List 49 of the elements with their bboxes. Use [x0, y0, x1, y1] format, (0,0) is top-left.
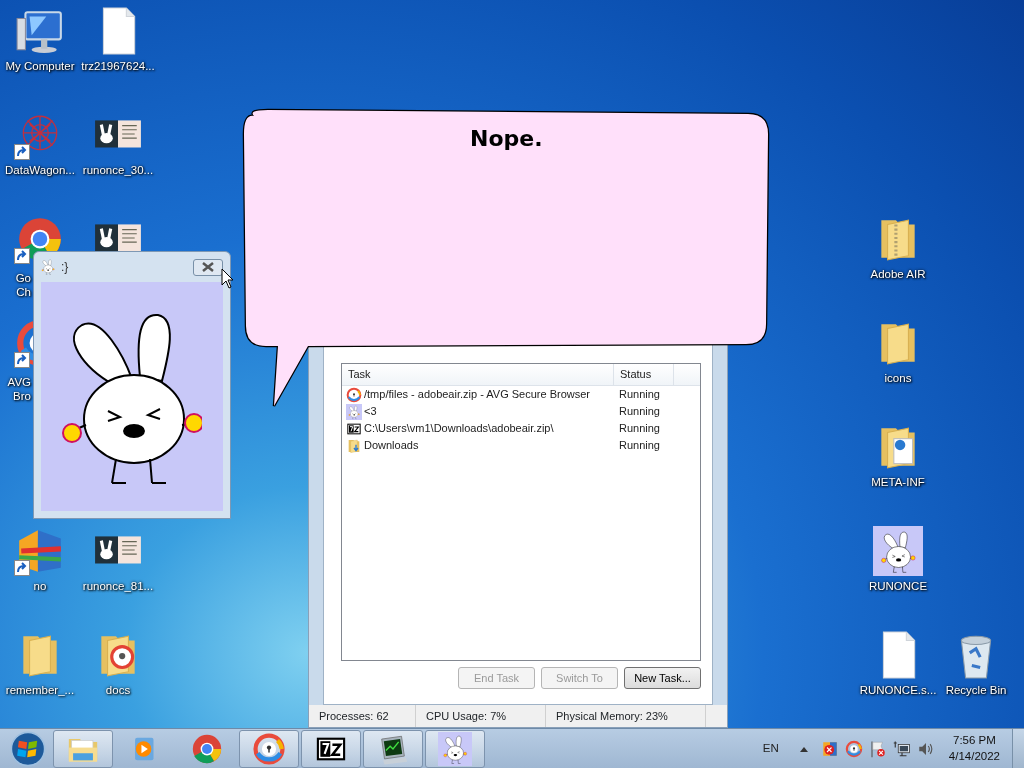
- desktop-icon-label[interactable]: icons: [884, 372, 912, 386]
- task-status: Running: [619, 404, 660, 420]
- task-name[interactable]: <3: [364, 403, 377, 420]
- show-desktop-button[interactable]: [1012, 728, 1024, 768]
- column-header[interactable]: Status: [614, 364, 674, 385]
- desktop-icon-label[interactable]: Recycle Bin: [945, 684, 1007, 698]
- browser-icon: [252, 731, 286, 766]
- desktop-icon-label[interactable]: DataWagon...: [5, 164, 75, 178]
- bunny-icon: [41, 259, 55, 275]
- desktop-icon-label[interactable]: trz21967624...: [81, 60, 155, 74]
- close-button[interactable]: [193, 258, 223, 276]
- network-icon[interactable]: [892, 739, 911, 758]
- bunny-icon: [346, 403, 362, 420]
- flag-icon[interactable]: [868, 739, 887, 758]
- close-icon: [202, 262, 214, 272]
- desktop-icon-label[interactable]: Adobe AIR: [870, 268, 926, 282]
- clock-time[interactable]: 7:56 PM: [953, 733, 996, 749]
- browser-icon: [346, 386, 362, 403]
- desktop-icon-label[interactable]: RUNONCE.s...: [859, 684, 937, 698]
- status-bar-text: Processes: 62: [309, 705, 416, 727]
- task-status: Running: [619, 387, 660, 403]
- dialog-button[interactable]: New Task...: [624, 667, 701, 689]
- desktop-icon-label[interactable]: Go Ch: [4, 272, 31, 300]
- speech-text: Nope.: [470, 125, 543, 153]
- desktop-icon-label[interactable]: META-INF: [871, 476, 925, 490]
- browser-icon[interactable]: [844, 739, 863, 758]
- task-status: Running: [619, 438, 660, 454]
- desktop-icon-label[interactable]: no: [33, 580, 47, 594]
- desktop-icon-label[interactable]: AVG Bro: [4, 376, 31, 404]
- status-bar-text: Physical Memory: 23%: [546, 705, 706, 727]
- app-icon[interactable]: [820, 739, 839, 758]
- folder-icon: [346, 437, 362, 454]
- clock-date[interactable]: 4/14/2022: [948, 748, 1000, 764]
- task-name[interactable]: C:\Users\vm1\Downloads\adobeair.zip\: [364, 420, 554, 437]
- column-header[interactable]: Task: [342, 364, 614, 385]
- desktop-icon-label[interactable]: remember_...: [5, 684, 75, 698]
- task-status: Running: [619, 421, 660, 437]
- taskbar-button[interactable]: [301, 729, 361, 768]
- bunny-icon: [438, 731, 472, 766]
- task-name[interactable]: /tmp/files - adobeair.zip - AVG Secure Browser: [364, 386, 590, 403]
- mouse-cursor-icon: [221, 268, 234, 289]
- desktop-icon-label[interactable]: My Computer: [5, 60, 75, 74]
- taskbar-button[interactable]: [363, 729, 423, 768]
- task-name[interactable]: Downloads: [364, 437, 419, 454]
- status-bar-text: CPU Usage: 7%: [416, 705, 546, 727]
- desktop-icon-label[interactable]: runonce_30...: [82, 164, 154, 178]
- desktop-icon-label[interactable]: RUNONCE: [868, 580, 928, 594]
- language-indicator[interactable]: EN: [762, 739, 779, 758]
- window-title: :}: [61, 259, 69, 276]
